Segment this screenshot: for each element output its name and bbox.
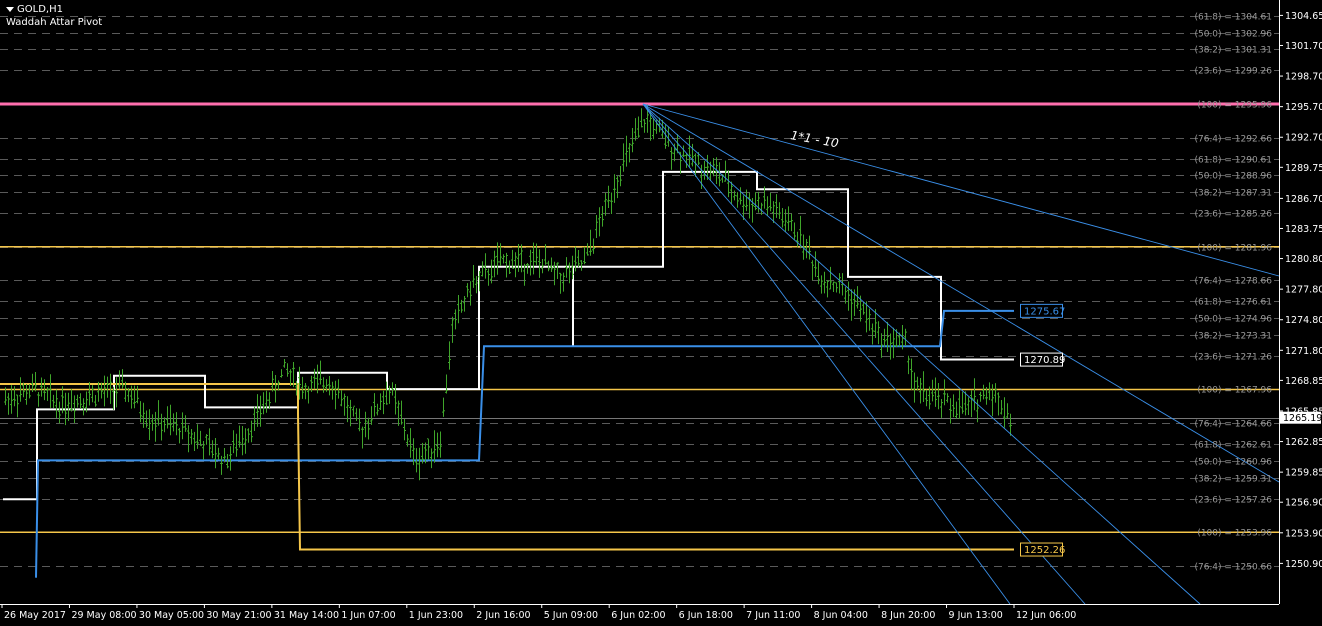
fib-level-labels: (61.8) = 1304.61 (50.0) = 1302.96 (38.2) =…: [1194, 13, 1272, 573]
pivot-step-line: [0, 383, 1014, 551]
fib-level-label: (38.2) = 1259.31: [1194, 475, 1272, 485]
fib-level-label: (100) = 1267.96: [1197, 386, 1272, 396]
time-axis-label: 30 May 05:00: [139, 610, 204, 621]
price-axis-label: 1268.85: [1285, 376, 1322, 387]
fib-level-label: (100) = 1281.96: [1197, 244, 1272, 254]
price-axis-label: 1298.70: [1285, 72, 1322, 83]
fib-level-label: (50.0) = 1274.96: [1194, 315, 1272, 325]
fib-level-label: (38.2) = 1301.31: [1194, 46, 1272, 56]
symbol-header[interactable]: GOLD,H1: [6, 4, 63, 15]
fib-level-label: (61.8) = 1276.61: [1194, 298, 1272, 308]
time-axis-label: 6 Jun 18:00: [679, 610, 733, 621]
symbol-label: GOLD,H1: [17, 4, 63, 15]
current-price-label: 1265.19: [1283, 413, 1322, 424]
price-axis-label: 1295.70: [1285, 102, 1322, 113]
fib-level-label: (61.8) = 1262.61: [1194, 441, 1272, 451]
time-axis-label: 8 Jun 20:00: [881, 610, 935, 621]
gann-fan-lines: 1*1 - 10: [642, 103, 1280, 605]
fib-level-label: (50.0) = 1288.96: [1194, 172, 1272, 182]
pivot-step-lines: [0, 170, 1014, 578]
price-axis-label: 1286.70: [1285, 194, 1322, 205]
fib-level-label: (23.6) = 1299.26: [1194, 67, 1272, 77]
fib-level-label: (61.8) = 1290.61: [1194, 156, 1272, 166]
price-chart[interactable]: 1*1 - 10 (61.8) = 1304.61 (50.0) = 1302.9…: [0, 0, 1322, 626]
price-axis-label: 1280.80: [1285, 254, 1322, 265]
fib-level-label: (23.6) = 1257.26: [1194, 496, 1272, 506]
time-axis-label: 6 Jun 02:00: [611, 610, 665, 621]
fib-level-label: (76.4) = 1278.66: [1194, 277, 1272, 287]
fib-level-label: (61.8) = 1304.61: [1194, 13, 1272, 23]
time-axis-label: 5 Jun 09:00: [544, 610, 598, 621]
pivot-label-value: 1252.26: [1024, 545, 1065, 556]
fib-level-label: (76.4) = 1264.66: [1194, 420, 1272, 430]
price-axis-label: 1253.90: [1285, 528, 1322, 539]
price-axis-label: 1274.80: [1285, 315, 1322, 326]
fib-level-label: (38.2) = 1273.31: [1194, 332, 1272, 342]
fib-level-label: (100) = 1295.96: [1197, 101, 1272, 111]
time-axis-label: 1 Jun 07:00: [341, 610, 395, 621]
fib-level-label: (50.0) = 1260.96: [1194, 458, 1272, 468]
gann-fan-line: [642, 103, 1086, 605]
time-axis-label: 29 May 08:00: [71, 610, 136, 621]
time-axis-label: 8 Jun 04:00: [814, 610, 868, 621]
fib-level-label: (76.4) = 1250.66: [1194, 563, 1272, 573]
price-axis-label: 1262.85: [1285, 437, 1322, 448]
price-axis-label: 1256.90: [1285, 498, 1322, 509]
price-axis-label: 1250.90: [1285, 559, 1322, 570]
fib-level-label: (100) = 1253.96: [1197, 529, 1272, 539]
price-axis-label: 1277.80: [1285, 285, 1322, 296]
time-axis-label: 7 Jun 11:00: [746, 610, 800, 621]
pivot-label-value: 1275.67: [1024, 306, 1065, 317]
gann-fan-line: [642, 103, 1280, 483]
price-axis-label: 1271.80: [1285, 346, 1322, 357]
time-axis-label: 2 Jun 16:00: [476, 610, 530, 621]
price-axis-label: 1304.65: [1285, 11, 1322, 22]
time-axis-label: 9 Jun 13:00: [949, 610, 1003, 621]
fib-grid-lines: [0, 16, 1279, 567]
fib-level-label: (38.2) = 1287.31: [1194, 189, 1272, 199]
fib-level-label: (76.4) = 1292.66: [1194, 135, 1272, 145]
time-axis-label: 26 May 2017: [4, 610, 66, 621]
pivot-label-value: 1270.89: [1024, 355, 1065, 366]
time-axis-label: 12 Jun 06:00: [1016, 610, 1076, 621]
fan-angle-label: 1*1 - 10: [789, 128, 840, 150]
price-axis-label: 1283.75: [1285, 224, 1322, 235]
fib-level-label: (23.6) = 1271.26: [1194, 353, 1272, 363]
fib-level-label: (23.6) = 1285.26: [1194, 210, 1272, 220]
price-axis-label: 1289.75: [1285, 163, 1322, 174]
pivot-horizontal-lines: [0, 102, 1279, 533]
time-axis-label: 31 May 14:00: [274, 610, 339, 621]
time-axis-label: 1 Jun 23:00: [409, 610, 463, 621]
fib-level-label: (50.0) = 1302.96: [1194, 30, 1272, 40]
dropdown-triangle-icon[interactable]: [6, 6, 14, 12]
gann-fan-line: [642, 103, 1011, 605]
price-axis-label: 1301.70: [1285, 41, 1322, 52]
indicator-label: Waddah Attar Pivot: [6, 17, 103, 28]
price-axis-label: 1292.70: [1285, 133, 1322, 144]
time-axis-label: 30 May 21:00: [206, 610, 271, 621]
price-axis-label: 1259.85: [1285, 468, 1322, 479]
